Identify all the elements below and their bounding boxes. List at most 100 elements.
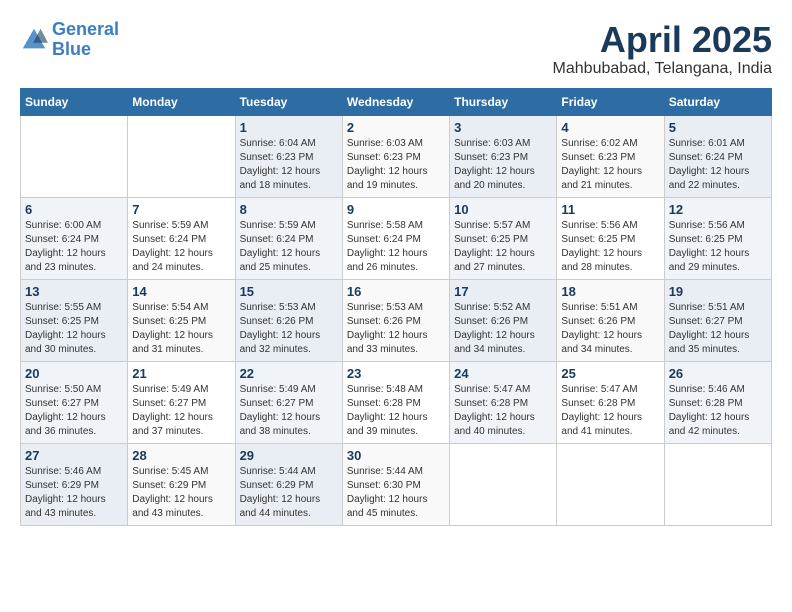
- header-row: SundayMondayTuesdayWednesdayThursdayFrid…: [21, 88, 772, 115]
- day-info: Sunrise: 5:44 AM Sunset: 6:30 PM Dayligh…: [347, 465, 445, 521]
- day-number: 6: [25, 202, 123, 217]
- day-number: 16: [347, 284, 445, 299]
- day-info: Sunrise: 5:59 AM Sunset: 6:24 PM Dayligh…: [132, 219, 230, 275]
- day-info: Sunrise: 5:51 AM Sunset: 6:27 PM Dayligh…: [669, 301, 767, 357]
- calendar-cell: 27Sunrise: 5:46 AM Sunset: 6:29 PM Dayli…: [21, 443, 128, 525]
- day-info: Sunrise: 5:54 AM Sunset: 6:25 PM Dayligh…: [132, 301, 230, 357]
- week-row-1: 6 Sunrise: 6:00 AM Sunset: 6:24 PM Daylig…: [21, 197, 772, 279]
- calendar-cell: 8 Sunrise: 5:59 AM Sunset: 6:24 PM Daylig…: [235, 197, 342, 279]
- week-row-3: 20 Sunrise: 5:50 AM Sunset: 6:27 PM Dayli…: [21, 361, 772, 443]
- day-number: 24: [454, 366, 552, 381]
- calendar-cell: 9 Sunrise: 5:58 AM Sunset: 6:24 PM Daylig…: [342, 197, 449, 279]
- day-number: 25: [561, 366, 659, 381]
- calendar-cell: 12Sunrise: 5:56 AM Sunset: 6:25 PM Dayli…: [664, 197, 771, 279]
- logo-line1: General: [52, 19, 119, 39]
- header-day-tuesday: Tuesday: [235, 88, 342, 115]
- day-number: 26: [669, 366, 767, 381]
- day-number: 18: [561, 284, 659, 299]
- day-info: Sunrise: 5:52 AM Sunset: 6:26 PM Dayligh…: [454, 301, 552, 357]
- calendar-cell: 4 Sunrise: 6:02 AM Sunset: 6:23 PM Daylig…: [557, 115, 664, 197]
- day-number: 11: [561, 202, 659, 217]
- calendar-cell: 20 Sunrise: 5:50 AM Sunset: 6:27 PM Dayli…: [21, 361, 128, 443]
- day-number: 12: [669, 202, 767, 217]
- calendar-table: SundayMondayTuesdayWednesdayThursdayFrid…: [20, 88, 772, 526]
- calendar-cell: 17 Sunrise: 5:52 AM Sunset: 6:26 PM Dayli…: [450, 279, 557, 361]
- day-info: Sunrise: 5:51 AM Sunset: 6:26 PM Dayligh…: [561, 301, 659, 357]
- header-day-thursday: Thursday: [450, 88, 557, 115]
- day-number: 28: [132, 448, 230, 463]
- calendar-cell: 25 Sunrise: 5:47 AM Sunset: 6:28 PM Dayli…: [557, 361, 664, 443]
- header-day-wednesday: Wednesday: [342, 88, 449, 115]
- day-number: 3: [454, 120, 552, 135]
- calendar-cell: 13 Sunrise: 5:55 AM Sunset: 6:25 PM Dayli…: [21, 279, 128, 361]
- calendar-cell: 15Sunrise: 5:53 AM Sunset: 6:26 PM Dayli…: [235, 279, 342, 361]
- location-title: Mahbubabad, Telangana, India: [553, 60, 772, 78]
- day-info: Sunrise: 5:45 AM Sunset: 6:29 PM Dayligh…: [132, 465, 230, 521]
- day-number: 4: [561, 120, 659, 135]
- calendar-cell: [664, 443, 771, 525]
- day-info: Sunrise: 5:59 AM Sunset: 6:24 PM Dayligh…: [240, 219, 338, 275]
- calendar-cell: 23 Sunrise: 5:48 AM Sunset: 6:28 PM Dayli…: [342, 361, 449, 443]
- day-info: Sunrise: 5:47 AM Sunset: 6:28 PM Dayligh…: [454, 383, 552, 439]
- day-number: 30: [347, 448, 445, 463]
- calendar-cell: 11Sunrise: 5:56 AM Sunset: 6:25 PM Dayli…: [557, 197, 664, 279]
- header-day-friday: Friday: [557, 88, 664, 115]
- calendar-cell: 16 Sunrise: 5:53 AM Sunset: 6:26 PM Dayli…: [342, 279, 449, 361]
- day-number: 2: [347, 120, 445, 135]
- day-number: 1: [240, 120, 338, 135]
- day-number: 13: [25, 284, 123, 299]
- calendar-cell: 10Sunrise: 5:57 AM Sunset: 6:25 PM Dayli…: [450, 197, 557, 279]
- day-number: 20: [25, 366, 123, 381]
- day-info: Sunrise: 5:49 AM Sunset: 6:27 PM Dayligh…: [132, 383, 230, 439]
- day-info: Sunrise: 5:48 AM Sunset: 6:28 PM Dayligh…: [347, 383, 445, 439]
- day-number: 22: [240, 366, 338, 381]
- day-number: 19: [669, 284, 767, 299]
- day-info: Sunrise: 6:03 AM Sunset: 6:23 PM Dayligh…: [347, 137, 445, 193]
- calendar-cell: [450, 443, 557, 525]
- day-info: Sunrise: 5:46 AM Sunset: 6:29 PM Dayligh…: [25, 465, 123, 521]
- day-number: 23: [347, 366, 445, 381]
- calendar-cell: 2 Sunrise: 6:03 AM Sunset: 6:23 PM Daylig…: [342, 115, 449, 197]
- calendar-cell: 7Sunrise: 5:59 AM Sunset: 6:24 PM Daylig…: [128, 197, 235, 279]
- day-info: Sunrise: 5:58 AM Sunset: 6:24 PM Dayligh…: [347, 219, 445, 275]
- day-number: 15: [240, 284, 338, 299]
- calendar-cell: 30 Sunrise: 5:44 AM Sunset: 6:30 PM Dayli…: [342, 443, 449, 525]
- day-info: Sunrise: 6:01 AM Sunset: 6:24 PM Dayligh…: [669, 137, 767, 193]
- day-info: Sunrise: 6:00 AM Sunset: 6:24 PM Dayligh…: [25, 219, 123, 275]
- calendar-cell: 1 Sunrise: 6:04 AM Sunset: 6:23 PM Daylig…: [235, 115, 342, 197]
- week-row-4: 27Sunrise: 5:46 AM Sunset: 6:29 PM Dayli…: [21, 443, 772, 525]
- calendar-cell: [557, 443, 664, 525]
- day-number: 8: [240, 202, 338, 217]
- calendar-cell: 5 Sunrise: 6:01 AM Sunset: 6:24 PM Daylig…: [664, 115, 771, 197]
- day-number: 17: [454, 284, 552, 299]
- day-info: Sunrise: 6:03 AM Sunset: 6:23 PM Dayligh…: [454, 137, 552, 193]
- day-info: Sunrise: 5:44 AM Sunset: 6:29 PM Dayligh…: [240, 465, 338, 521]
- month-title: April 2025: [553, 20, 772, 60]
- day-info: Sunrise: 5:55 AM Sunset: 6:25 PM Dayligh…: [25, 301, 123, 357]
- day-number: 5: [669, 120, 767, 135]
- day-info: Sunrise: 5:46 AM Sunset: 6:28 PM Dayligh…: [669, 383, 767, 439]
- day-info: Sunrise: 6:02 AM Sunset: 6:23 PM Dayligh…: [561, 137, 659, 193]
- day-info: Sunrise: 5:53 AM Sunset: 6:26 PM Dayligh…: [347, 301, 445, 357]
- calendar-cell: 21 Sunrise: 5:49 AM Sunset: 6:27 PM Dayli…: [128, 361, 235, 443]
- day-info: Sunrise: 5:47 AM Sunset: 6:28 PM Dayligh…: [561, 383, 659, 439]
- week-row-0: 1 Sunrise: 6:04 AM Sunset: 6:23 PM Daylig…: [21, 115, 772, 197]
- calendar-cell: 28 Sunrise: 5:45 AM Sunset: 6:29 PM Dayli…: [128, 443, 235, 525]
- day-number: 21: [132, 366, 230, 381]
- day-number: 9: [347, 202, 445, 217]
- title-area: April 2025 Mahbubabad, Telangana, India: [553, 20, 772, 78]
- day-info: Sunrise: 5:50 AM Sunset: 6:27 PM Dayligh…: [25, 383, 123, 439]
- header: General Blue April 2025 Mahbubabad, Tela…: [20, 20, 772, 78]
- header-day-saturday: Saturday: [664, 88, 771, 115]
- week-row-2: 13 Sunrise: 5:55 AM Sunset: 6:25 PM Dayli…: [21, 279, 772, 361]
- header-day-monday: Monday: [128, 88, 235, 115]
- calendar-cell: 18 Sunrise: 5:51 AM Sunset: 6:26 PM Dayli…: [557, 279, 664, 361]
- calendar-cell: [128, 115, 235, 197]
- day-info: Sunrise: 6:04 AM Sunset: 6:23 PM Dayligh…: [240, 137, 338, 193]
- logo-text: General Blue: [52, 20, 119, 60]
- calendar-cell: 19 Sunrise: 5:51 AM Sunset: 6:27 PM Dayli…: [664, 279, 771, 361]
- logo: General Blue: [20, 20, 119, 60]
- logo-icon: [20, 26, 48, 54]
- header-day-sunday: Sunday: [21, 88, 128, 115]
- day-info: Sunrise: 5:49 AM Sunset: 6:27 PM Dayligh…: [240, 383, 338, 439]
